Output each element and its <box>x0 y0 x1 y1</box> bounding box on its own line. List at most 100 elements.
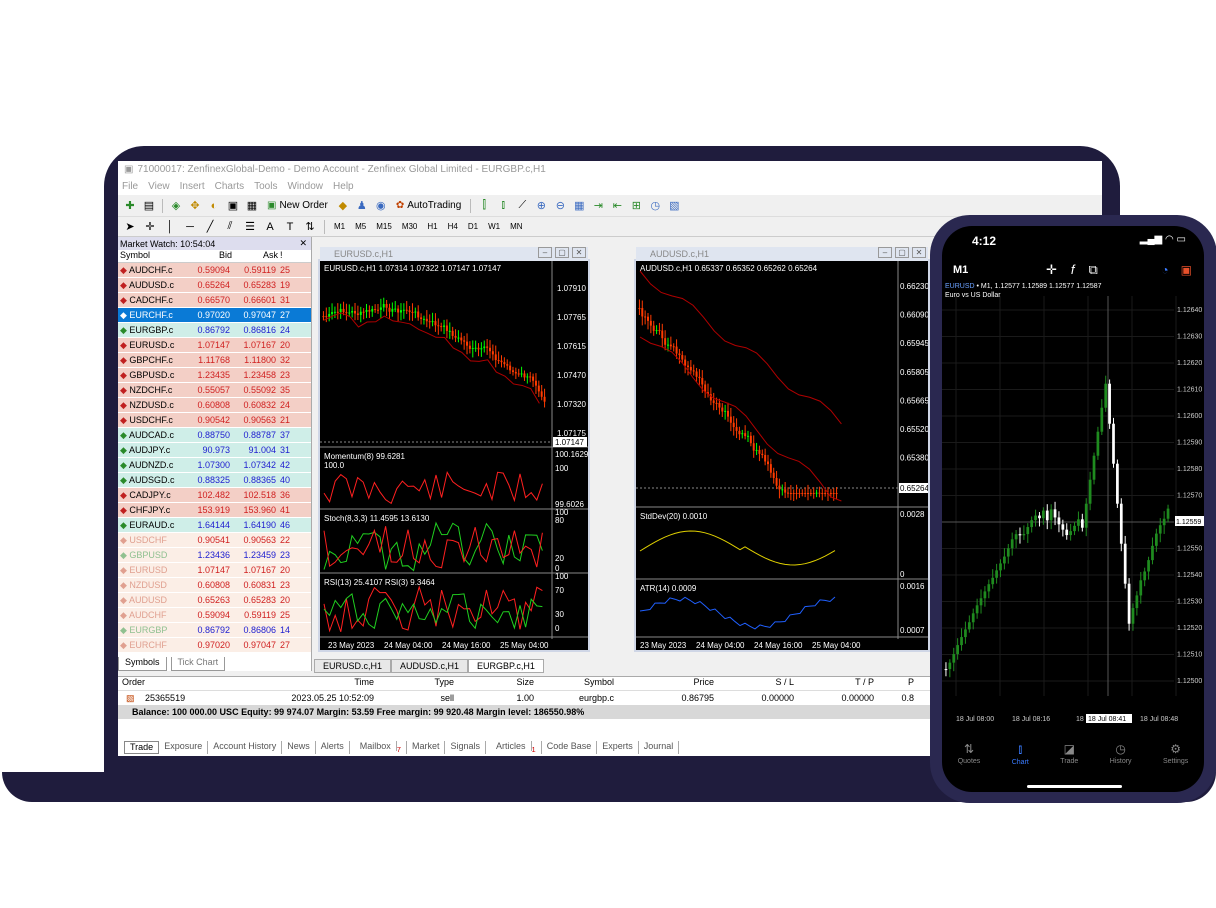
tab-code-base[interactable]: Code Base <box>542 741 598 754</box>
tab-experts[interactable]: Experts <box>597 741 639 754</box>
vertical-line-icon[interactable]: │ <box>162 219 178 235</box>
chart-window-eurusd[interactable]: EURUSD.c,H1 – ▢ ✕ EURUSD.c,H1 1.07314 1.… <box>318 247 590 652</box>
close-icon[interactable]: ✕ <box>912 247 926 258</box>
tab-mailbox[interactable]: Mailbox 7 <box>350 741 407 754</box>
label-icon[interactable]: T <box>282 219 298 235</box>
menu-view[interactable]: View <box>148 181 170 192</box>
line-chart-icon[interactable]: ⟋ <box>514 198 530 214</box>
col-symbol[interactable]: Symbol <box>538 677 618 690</box>
market-watch-row[interactable]: ◆ NZDUSD.c 0.60808 0.60832 24 <box>118 398 311 413</box>
tf-m1[interactable]: M1 <box>331 222 348 231</box>
chart-tab-eurgbp[interactable]: EURGBP.c,H1 <box>468 659 544 673</box>
market-watch-row[interactable]: ◆ AUDUSD.c 0.65264 0.65283 19 <box>118 278 311 293</box>
maximize-icon[interactable]: ▢ <box>555 247 569 258</box>
horizontal-line-icon[interactable]: ─ <box>182 219 198 235</box>
chart-window-audusd[interactable]: AUDUSD.c,H1 – ▢ ✕ AUDUSD.c,H1 0.65337 0.… <box>634 247 930 652</box>
market-watch-row[interactable]: ◆ EURGBP.c 0.86792 0.86816 24 <box>118 323 311 338</box>
close-icon[interactable]: ✕ <box>299 238 307 249</box>
tab-signals[interactable]: Signals <box>445 741 487 754</box>
profiles-icon[interactable]: ▤ <box>141 198 157 214</box>
market-watch-row[interactable]: ◆ USDCHF 0.90541 0.90563 22 <box>118 533 311 548</box>
tester-icon[interactable]: ▦ <box>244 198 260 214</box>
nav-quotes[interactable]: ⇅ Quotes <box>958 742 981 778</box>
chart-tab-audusd[interactable]: AUDUSD.c,H1 <box>391 659 469 673</box>
col-spread[interactable]: ! <box>278 250 292 262</box>
autotrading-button[interactable]: ✿ AutoTrading <box>392 199 466 212</box>
crosshair-icon[interactable]: ✛ <box>142 219 158 235</box>
tab-journal[interactable]: Journal <box>639 741 680 754</box>
nav-trade[interactable]: ◪ Trade <box>1060 742 1078 778</box>
menu-help[interactable]: Help <box>333 181 354 192</box>
tab-news[interactable]: News <box>282 741 316 754</box>
candlestick-icon[interactable]: ⫾ <box>495 198 511 214</box>
terminal-icon[interactable]: ▣ <box>225 198 241 214</box>
fibonacci-icon[interactable]: ☰ <box>242 219 258 235</box>
col-p[interactable]: P <box>878 677 918 690</box>
market-watch-row[interactable]: ◆ AUDSGD.c 0.88325 0.88365 40 <box>118 473 311 488</box>
col-time[interactable]: Time <box>228 677 378 690</box>
periods-icon[interactable]: ◷ <box>647 198 663 214</box>
nav-settings[interactable]: ⚙ Settings <box>1163 742 1188 778</box>
col-size[interactable]: Size <box>458 677 538 690</box>
market-watch-row[interactable]: ◆ EURAUD.c 1.64144 1.64190 46 <box>118 518 311 533</box>
tile-windows-icon[interactable]: ▦ <box>571 198 587 214</box>
col-bid[interactable]: Bid <box>184 250 232 262</box>
menu-file[interactable]: File <box>122 181 138 192</box>
community-icon[interactable]: ♟ <box>354 198 370 214</box>
navigator-icon[interactable]: ✥ <box>187 198 203 214</box>
tab-articles[interactable]: Articles 1 <box>486 741 542 754</box>
market-watch-row[interactable]: ◆ CADJPY.c 102.482 102.518 36 <box>118 488 311 503</box>
market-watch-row[interactable]: ◆ NZDUSD 0.60808 0.60831 23 <box>118 578 311 593</box>
tf-h1[interactable]: H1 <box>424 222 440 231</box>
menu-window[interactable]: Window <box>287 181 323 192</box>
objects-icon[interactable]: ⧉ <box>1089 262 1098 278</box>
bar-chart-icon[interactable]: ⫿ <box>476 198 492 214</box>
market-watch-row[interactable]: ◆ AUDNZD.c 1.07300 1.07342 42 <box>118 458 311 473</box>
crosshair-icon[interactable]: ✛ <box>1046 262 1057 278</box>
tab-trade[interactable]: Trade <box>124 741 160 754</box>
col-symbol[interactable]: Symbol <box>118 250 184 262</box>
minimize-icon[interactable]: – <box>878 247 892 258</box>
market-watch-row[interactable]: ◆ AUDCHF 0.59094 0.59119 25 <box>118 608 311 623</box>
trade-icon[interactable]: ▣ <box>1181 263 1192 277</box>
market-watch-row[interactable]: ◆ CADCHF.c 0.66570 0.66601 31 <box>118 293 311 308</box>
close-icon[interactable]: ✕ <box>572 247 586 258</box>
tab-alerts[interactable]: Alerts <box>316 741 350 754</box>
new-chart-icon[interactable]: ✚ <box>122 198 138 214</box>
metaeditor-icon[interactable]: ◆ <box>335 198 351 214</box>
market-watch-row[interactable]: ◆ EURCHF 0.97020 0.97047 27 <box>118 638 311 653</box>
tf-w1[interactable]: W1 <box>485 222 503 231</box>
market-watch-row[interactable]: ◆ EURUSD 1.07147 1.07167 20 <box>118 563 311 578</box>
tf-mn[interactable]: MN <box>507 222 525 231</box>
col-ask[interactable]: Ask <box>232 250 278 262</box>
market-watch-row[interactable]: ◆ AUDCHF.c 0.59094 0.59119 25 <box>118 263 311 278</box>
nav-history[interactable]: ◷ History <box>1110 742 1132 778</box>
data-window-icon[interactable]: ◐ <box>206 198 222 214</box>
tab-market[interactable]: Market <box>407 741 446 754</box>
chart-shift-icon[interactable]: ⇥ <box>590 198 606 214</box>
new-order-button[interactable]: ▣ New Order <box>263 199 332 212</box>
market-watch-row[interactable]: ◆ AUDCAD.c 0.88750 0.88787 37 <box>118 428 311 443</box>
menu-charts[interactable]: Charts <box>215 181 244 192</box>
menu-tools[interactable]: Tools <box>254 181 277 192</box>
market-watch-row[interactable]: ◆ EURUSD.c 1.07147 1.07167 20 <box>118 338 311 353</box>
minimize-icon[interactable]: – <box>538 247 552 258</box>
templates-icon[interactable]: ▧ <box>666 198 682 214</box>
maximize-icon[interactable]: ▢ <box>895 247 909 258</box>
zoom-out-icon[interactable]: ⊖ <box>552 198 568 214</box>
market-watch-row[interactable]: ◆ EURGBP 0.86792 0.86806 14 <box>118 623 311 638</box>
tab-account-history[interactable]: Account History <box>208 741 283 754</box>
col-price[interactable]: Price <box>618 677 718 690</box>
market-watch-row[interactable]: ◆ AUDJPY.c 90.973 91.004 31 <box>118 443 311 458</box>
indicators-icon[interactable]: ⊞ <box>628 198 644 214</box>
market-watch-row[interactable]: ◆ GBPCHF.c 1.11768 1.11800 32 <box>118 353 311 368</box>
autoscroll-icon[interactable]: ⇤ <box>609 198 625 214</box>
market-watch-row[interactable]: ◆ GBPUSD.c 1.23435 1.23458 23 <box>118 368 311 383</box>
tf-h4[interactable]: H4 <box>445 222 461 231</box>
zoom-in-icon[interactable]: ⊕ <box>533 198 549 214</box>
nav-chart[interactable]: ⫾ Chart <box>1012 742 1029 778</box>
signals-icon[interactable]: ◉ <box>373 198 389 214</box>
channel-icon[interactable]: ⫽ <box>222 219 238 235</box>
col-sl[interactable]: S / L <box>718 677 798 690</box>
arrows-icon[interactable]: ⇅ <box>302 219 318 235</box>
